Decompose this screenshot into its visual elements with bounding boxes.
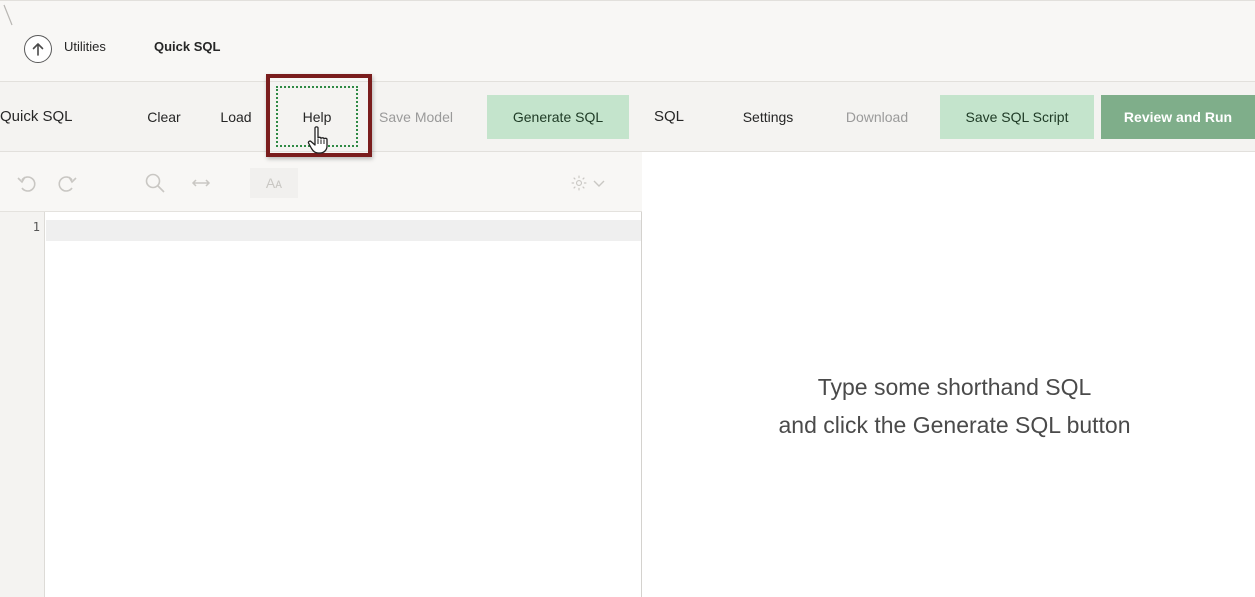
load-button[interactable]: Load [208,95,264,139]
quick-sql-editor-pane: Aᴀ 1 [0,152,642,597]
sql-output-pane: Type some shorthand SQL and click the Ge… [643,152,1255,597]
editor-toolbar: Aᴀ [0,152,642,212]
clear-button[interactable]: Clear [132,95,196,139]
breadcrumb-separator [3,4,13,26]
redo-icon[interactable] [56,172,78,194]
download-button[interactable]: Download [828,95,926,139]
breadcrumb-bar: Utilities Quick SQL [0,0,1255,82]
text-case-icon[interactable]: Aᴀ [250,168,298,198]
line-number-gutter: 1 [0,212,45,597]
save-model-button[interactable]: Save Model [364,95,468,139]
empty-state-message: Type some shorthand SQL and click the Ge… [643,368,1255,444]
empty-state-line-1: Type some shorthand SQL [817,374,1092,400]
breadcrumb-utilities-link[interactable]: Utilities [64,39,106,54]
breadcrumb-current-page: Quick SQL [154,39,221,54]
editor-active-line[interactable] [46,220,641,241]
chevron-down-icon[interactable] [592,172,606,194]
review-and-run-button[interactable]: Review and Run [1101,95,1255,139]
replace-icon[interactable] [190,172,212,194]
sql-pane-title: SQL [654,108,685,125]
arrow-up-icon [32,43,44,56]
undo-icon[interactable] [16,172,38,194]
hand-pointer-cursor-icon [307,126,328,154]
empty-state-line-2: and click the Generate SQL button [778,412,1131,438]
main-toolbar: Quick SQL Clear Load Help Save Model Gen… [0,82,1255,152]
generate-sql-button[interactable]: Generate SQL [487,95,629,139]
settings-icon[interactable] [570,172,588,194]
save-sql-script-button[interactable]: Save SQL Script [940,95,1094,139]
quick-sql-pane-title: Quick SQL [0,108,73,125]
navigate-up-button[interactable] [24,35,52,63]
search-icon[interactable] [144,172,166,194]
line-number: 1 [32,220,40,234]
settings-button[interactable]: Settings [722,95,814,139]
